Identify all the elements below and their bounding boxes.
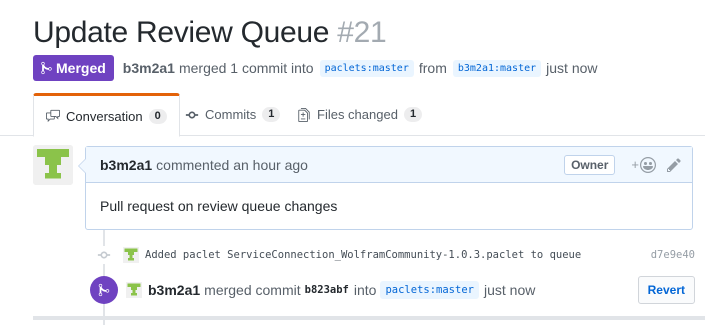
tab-commits-label: Commits [205,107,257,122]
reaction-plus: + [631,157,639,172]
pr-merge-time: just now [546,60,598,76]
head-branch-label[interactable]: b3m2a1:master [452,59,542,77]
pr-author-link[interactable]: b3m2a1 [123,60,175,76]
merge-sha-link[interactable]: b823abf [305,284,349,296]
smiley-icon [640,156,656,173]
identicon-avatar [123,247,139,263]
tab-files-changed[interactable]: Files changed 1 [297,93,423,136]
tab-commits-count: 1 [262,107,281,122]
tab-files-changed-label: Files changed [317,107,398,122]
pr-merge-text: merged 1 commit into [178,60,314,76]
comment-body: Pull request on review queue changes [100,198,338,214]
merge-event-time: just now [483,282,536,298]
merge-event: b3m2a1 merged commit b823abf into paclet… [90,276,695,304]
pr-title: Update Review Queue #21 [33,16,387,50]
tab-conversation-label: Conversation [66,108,143,124]
tab-commits[interactable]: Commits 1 [185,93,281,136]
merge-author-link[interactable]: b3m2a1 [148,282,200,298]
pr-from-text: from [418,60,447,76]
pr-tabs: Conversation 0 Commits 1 Files changed 1 [0,93,705,137]
commit-sha-link[interactable]: d7e9e40 [651,249,695,261]
commit-dot [95,246,113,264]
comment-discussion-icon [46,109,60,123]
comment-timestamp: commented an hour ago [156,156,308,173]
git-merge-icon [98,283,110,297]
tab-files-changed-count: 1 [403,107,423,122]
pr-meta: Merged b3m2a1 merged 1 commit into pacle… [33,55,602,81]
commit-author-avatar[interactable] [123,247,139,263]
pr-number: #21 [337,16,387,49]
git-commit-icon [185,111,199,118]
pencil-icon [667,157,681,172]
comment-author-link[interactable]: b3m2a1 [100,157,152,173]
add-reaction-button[interactable]: + [631,156,656,173]
revert-button[interactable]: Revert [637,276,695,304]
commit-message-link[interactable]: Added paclet ServiceConnection_WolframCo… [145,249,581,261]
comment-header: b3m2a1 commented an hour ago Owner + [86,147,692,183]
file-diff-icon [298,107,310,122]
commit-item: Added paclet ServiceConnection_WolframCo… [95,244,695,266]
merge-branch-label[interactable]: paclets:master [380,281,479,299]
git-merge-icon [41,61,52,75]
base-branch-label[interactable]: paclets:master [319,59,414,77]
merge-into-text: into [353,282,377,298]
merge-event-text: merged commit [204,282,301,298]
merge-author-avatar[interactable] [126,282,142,298]
identicon-avatar [126,282,142,298]
merged-state-badge: Merged [33,55,114,81]
owner-badge: Owner [564,154,616,175]
tab-conversation-count: 0 [148,108,167,124]
merge-event-badge [90,276,118,304]
edit-comment-button[interactable] [666,157,682,173]
pr-title-text: Update Review Queue [33,16,330,49]
tab-conversation[interactable]: Conversation 0 [33,93,180,137]
comment-box: b3m2a1 commented an hour ago Owner + Pul… [78,146,693,230]
identicon-avatar [33,145,73,185]
avatar[interactable] [33,145,73,185]
timeline-bottom-divider [33,316,705,320]
merged-state-label: Merged [56,60,106,76]
git-commit-icon [97,251,111,259]
